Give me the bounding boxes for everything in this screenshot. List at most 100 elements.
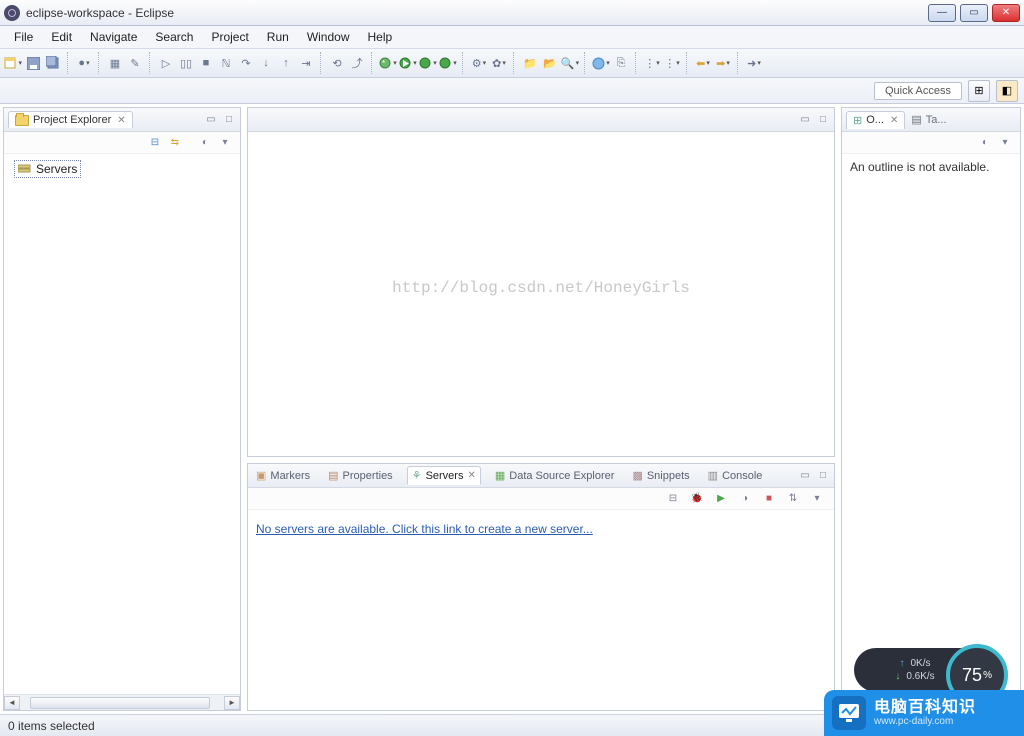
view-menu-button[interactable]: ▾: [998, 136, 1012, 150]
close-icon[interactable]: ✕: [890, 115, 898, 126]
external-tools-button[interactable]: [439, 54, 457, 72]
menu-project[interactable]: Project: [203, 28, 256, 46]
open-type-button[interactable]: 📁: [521, 54, 539, 72]
menu-search[interactable]: Search: [147, 28, 201, 46]
menu-navigate[interactable]: Navigate: [82, 28, 145, 46]
run-button[interactable]: [399, 54, 417, 72]
profile-server-button[interactable]: ◑: [738, 492, 752, 506]
tab-servers[interactable]: ⚘Servers✕: [407, 466, 481, 485]
servers-tool-icon[interactable]: ⊟: [666, 492, 680, 506]
tool-icon[interactable]: ⤴: [348, 54, 366, 72]
tool-icon[interactable]: ⋮: [643, 54, 661, 72]
focus-task-button[interactable]: ◐: [198, 136, 212, 150]
minimize-button[interactable]: —: [928, 4, 956, 22]
project-tree[interactable]: Servers: [4, 154, 240, 184]
close-icon[interactable]: ✕: [117, 115, 125, 126]
save-all-button[interactable]: [44, 54, 62, 72]
publish-button[interactable]: ⇅: [786, 492, 800, 506]
project-explorer-tab[interactable]: Project Explorer ✕: [8, 111, 133, 128]
tool-icon[interactable]: ⇥: [297, 54, 315, 72]
tab-properties[interactable]: ▤Properties: [324, 467, 397, 484]
menu-help[interactable]: Help: [360, 28, 401, 46]
outline-tab-label: O...: [866, 114, 884, 126]
task-list-tab[interactable]: ▤ Ta...: [905, 111, 952, 128]
tool-icon[interactable]: ⋮: [663, 54, 681, 72]
open-perspective-button[interactable]: ⊞: [968, 80, 990, 102]
save-button[interactable]: [24, 54, 42, 72]
quick-access[interactable]: Quick Access: [874, 82, 962, 100]
outline-icon: ⊞: [853, 114, 862, 127]
open-task-button[interactable]: 📂: [541, 54, 559, 72]
maximize-view-button[interactable]: □: [816, 469, 830, 483]
tree-item-label: Servers: [36, 162, 77, 176]
editor-area: ▭ □ http://blog.csdn.net/HoneyGirls: [247, 107, 835, 457]
tool-icon[interactable]: ▯▯: [177, 54, 195, 72]
run-last-button[interactable]: [419, 54, 437, 72]
step-over-icon[interactable]: ↷: [237, 54, 255, 72]
outline-view: ⊞ O... ✕ ▤ Ta... ◐ ▾ An outline is not a…: [841, 107, 1021, 711]
maximize-view-button[interactable]: □: [222, 113, 236, 127]
debug-button[interactable]: *: [379, 54, 397, 72]
debug-server-button[interactable]: 🐞: [690, 492, 704, 506]
tool-icon[interactable]: ➜: [745, 54, 763, 72]
new-server-button[interactable]: ⚙: [470, 54, 488, 72]
tool-icon[interactable]: ✿: [490, 54, 508, 72]
project-explorer-title: Project Explorer: [33, 114, 111, 126]
focus-task-button[interactable]: ◐: [978, 136, 992, 150]
tool-icon[interactable]: ▷: [157, 54, 175, 72]
create-server-link[interactable]: No servers are available. Click this lin…: [256, 522, 593, 536]
download-speed: 0.6K/s: [906, 671, 934, 682]
usage-percent: 75: [962, 665, 982, 686]
minimize-editor-button[interactable]: ▭: [798, 113, 812, 127]
server-icon: [18, 163, 32, 175]
outline-tab[interactable]: ⊞ O... ✕: [846, 111, 905, 129]
stop-server-button[interactable]: ■: [762, 492, 776, 506]
collapse-all-button[interactable]: ⊟: [148, 136, 162, 150]
tree-item-servers[interactable]: Servers: [14, 160, 81, 178]
step-into-icon[interactable]: ↓: [257, 54, 275, 72]
link-editor-button[interactable]: ⇆: [168, 136, 182, 150]
web-browser-button[interactable]: [592, 54, 610, 72]
tool-icon[interactable]: ●: [75, 54, 93, 72]
java-ee-perspective-button[interactable]: ◧: [996, 80, 1018, 102]
servers-view-menu[interactable]: ▾: [810, 492, 824, 506]
tab-snippets[interactable]: ▩Snippets: [628, 467, 693, 484]
editor-empty-area: http://blog.csdn.net/HoneyGirls: [248, 132, 834, 456]
outline-empty-text: An outline is not available.: [850, 160, 989, 174]
monitor-icon: [832, 696, 866, 730]
outline-body: An outline is not available.: [842, 154, 1020, 180]
minimize-view-button[interactable]: ▭: [798, 469, 812, 483]
upload-speed: 0K/s: [910, 658, 930, 669]
maximize-editor-button[interactable]: □: [816, 113, 830, 127]
site-watermark-badge: 电脑百科知识 www.pc-daily.com: [824, 690, 1024, 736]
menu-edit[interactable]: Edit: [43, 28, 80, 46]
tool-icon[interactable]: ⎘: [612, 54, 630, 72]
new-button[interactable]: [4, 54, 22, 72]
maximize-button[interactable]: ▭: [960, 4, 988, 22]
tool-icon[interactable]: ✎: [126, 54, 144, 72]
menu-window[interactable]: Window: [299, 28, 358, 46]
start-server-button[interactable]: ▶: [714, 492, 728, 506]
tab-console[interactable]: ▥Console: [704, 467, 767, 484]
view-menu-button[interactable]: ▾: [218, 136, 232, 150]
back-button[interactable]: ⬅: [694, 54, 712, 72]
project-explorer-view: Project Explorer ✕ ▭ □ ⊟ ⇆ ◐ ▾ Servers: [3, 107, 241, 711]
horizontal-scrollbar[interactable]: ◄►: [4, 694, 240, 710]
forward-button[interactable]: ➡: [714, 54, 732, 72]
window-title: eclipse-workspace - Eclipse: [26, 6, 174, 20]
close-icon[interactable]: ✕: [467, 470, 475, 481]
tool-icon[interactable]: ⟲: [328, 54, 346, 72]
tool-icon[interactable]: ▦: [106, 54, 124, 72]
menu-file[interactable]: File: [6, 28, 41, 46]
tab-data-source-explorer[interactable]: ▦Data Source Explorer: [491, 467, 619, 484]
status-selection: 0 items selected: [8, 719, 95, 733]
tab-markers[interactable]: ▣Markers: [252, 467, 314, 484]
tool-icon[interactable]: ■: [197, 54, 215, 72]
search-button[interactable]: 🔍: [561, 54, 579, 72]
minimize-view-button[interactable]: ▭: [204, 113, 218, 127]
tasklist-tab-label: Ta...: [926, 114, 947, 126]
step-out-icon[interactable]: ↑: [277, 54, 295, 72]
close-button[interactable]: ✕: [992, 4, 1020, 22]
tool-icon[interactable]: ℕ: [217, 54, 235, 72]
menu-run[interactable]: Run: [259, 28, 297, 46]
